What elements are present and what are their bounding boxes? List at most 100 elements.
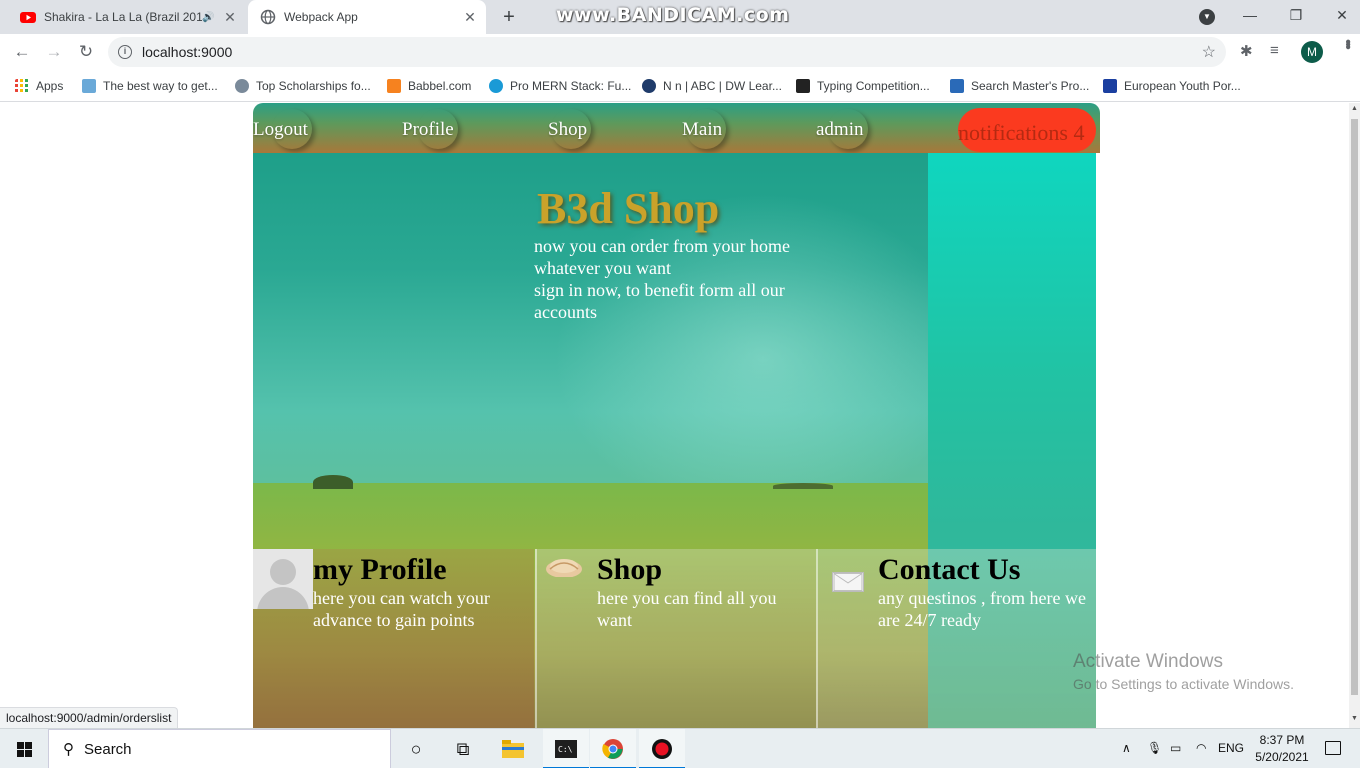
- card-title: Contact Us: [878, 553, 1021, 586]
- wifi-icon[interactable]: ◠: [1196, 741, 1206, 755]
- forward-button[interactable]: →: [42, 40, 66, 64]
- activate-title: Activate Windows: [1073, 651, 1223, 672]
- battery-icon[interactable]: ▭: [1170, 741, 1181, 755]
- close-window-button[interactable]: ✕: [1319, 0, 1360, 34]
- tree-line: [773, 483, 833, 489]
- scroll-up-icon[interactable]: ▲: [1351, 105, 1358, 112]
- card-description: any questinos , from here we are 24/7 re…: [878, 588, 1086, 630]
- site-favicon-icon: [1103, 79, 1117, 93]
- chrome-icon[interactable]: [590, 729, 636, 768]
- apps-grid-icon: [15, 79, 28, 92]
- card-description: here you can find all you want: [597, 588, 777, 630]
- bookmark-label: N n | ABC | DW Lear...: [663, 79, 782, 93]
- scrollbar-thumb[interactable]: [1351, 119, 1358, 695]
- nav-admin[interactable]: admin: [816, 119, 864, 141]
- extensions-icon[interactable]: ✱: [1240, 42, 1253, 60]
- bookmark-item[interactable]: N n | ABC | DW Lear...: [642, 77, 782, 95]
- site-favicon-icon: [387, 79, 401, 93]
- site-favicon-icon: [796, 79, 810, 93]
- nav-shop[interactable]: Shop: [548, 119, 587, 141]
- bookmark-item[interactable]: Pro MERN Stack: Fu...: [489, 77, 631, 95]
- shop-icon: [546, 559, 582, 577]
- file-explorer-icon[interactable]: [490, 729, 536, 768]
- subtitle-line: sign in now, to benefit form all our: [534, 280, 785, 300]
- hero-banner: B3d Shop now you can order from your hom…: [253, 153, 1096, 728]
- subtitle-line: now you can order from your home: [534, 236, 790, 256]
- card-my-profile[interactable]: my Profile here you can watch your advan…: [253, 549, 534, 728]
- new-tab-button[interactable]: +: [498, 6, 520, 28]
- bookmark-item[interactable]: Babbel.com: [387, 77, 471, 95]
- taskbar-search[interactable]: ⚲ Search: [48, 729, 391, 768]
- url-text[interactable]: localhost:9000: [142, 44, 232, 60]
- audio-icon[interactable]: 🔊: [202, 12, 216, 23]
- tab-search-icon[interactable]: ▼: [1199, 9, 1215, 25]
- bookmark-label: Search Master's Pro...: [971, 79, 1090, 93]
- nav-logout[interactable]: Logout: [253, 119, 308, 141]
- nav-label: Main: [682, 119, 723, 140]
- bookmark-label: Babbel.com: [408, 79, 472, 93]
- shop-subtitle: now you can order from your home whateve…: [534, 235, 834, 323]
- cortana-icon[interactable]: ○: [393, 729, 439, 768]
- nav-profile[interactable]: Profile: [402, 119, 454, 141]
- avatar-head: [270, 559, 296, 585]
- browser-menu-icon[interactable]: •••: [1338, 39, 1356, 47]
- nav-main[interactable]: Main: [682, 119, 722, 141]
- tab-webpack-app[interactable]: Webpack App ✕: [248, 0, 486, 34]
- bookmark-label: Typing Competition...: [817, 79, 930, 93]
- clock-date: 5/20/2021: [1255, 750, 1309, 764]
- card-shop[interactable]: Shop here you can find all you want: [535, 549, 816, 728]
- subtitle-line: whatever you want: [534, 258, 671, 278]
- bookmark-item[interactable]: Top Scholarships fo...: [235, 77, 371, 95]
- microphone-icon[interactable]: 🎙: [1147, 741, 1162, 755]
- site-favicon-icon: [642, 79, 656, 93]
- notifications-button[interactable]: notifications 4: [958, 108, 1096, 152]
- card-description: here you can watch your advance to gain …: [313, 588, 490, 630]
- search-placeholder: Search: [84, 740, 132, 758]
- bandicam-record-icon[interactable]: [639, 729, 685, 768]
- profile-avatar[interactable]: M: [1301, 41, 1323, 63]
- back-button[interactable]: ←: [10, 40, 34, 64]
- close-tab-icon[interactable]: ✕: [222, 9, 238, 26]
- clock[interactable]: 8:37 PM 5/20/2021: [1252, 732, 1312, 766]
- card-title: Shop: [597, 553, 663, 586]
- maximize-button[interactable]: ❐: [1273, 0, 1319, 34]
- notification-center-icon[interactable]: [1325, 741, 1341, 755]
- tab-title: Webpack App: [284, 10, 358, 24]
- tray-expand-icon[interactable]: ∧: [1122, 741, 1131, 755]
- status-bar-url: localhost:9000/admin/orderslist: [0, 707, 179, 728]
- media-controls-icon[interactable]: ≡: [1270, 42, 1279, 59]
- svg-text:C:\: C:\: [558, 745, 573, 754]
- task-view-icon[interactable]: ⧉: [440, 729, 486, 768]
- page-scrollbar[interactable]: ▲ ▼: [1349, 103, 1360, 728]
- bookmark-apps[interactable]: Apps: [15, 77, 63, 95]
- language-indicator[interactable]: ENG: [1218, 741, 1244, 755]
- site-favicon-icon: [489, 79, 503, 93]
- bookmark-item[interactable]: European Youth Por...: [1103, 77, 1241, 95]
- site-favicon-icon: [82, 79, 96, 93]
- start-button[interactable]: [0, 729, 48, 768]
- shop-title: B3d Shop: [537, 184, 720, 233]
- bookmark-label: European Youth Por...: [1124, 79, 1241, 93]
- bookmark-item[interactable]: The best way to get...: [82, 77, 218, 95]
- search-icon: ⚲: [63, 741, 74, 758]
- avatar-body: [257, 587, 309, 609]
- scroll-down-icon[interactable]: ▼: [1351, 715, 1358, 722]
- tree-line: [313, 475, 353, 489]
- site-navbar: Logout Profile Shop Main admin notificat…: [253, 103, 1100, 153]
- tab-youtube[interactable]: Shakira - La La La (Brazil 2014 🔊 ✕: [8, 0, 246, 34]
- close-tab-icon[interactable]: ✕: [462, 9, 478, 26]
- bookmark-item[interactable]: Typing Competition...: [796, 77, 930, 95]
- address-bar[interactable]: i localhost:9000 ☆: [108, 37, 1226, 67]
- card-contact-us[interactable]: Contact Us any questinos , from here we …: [816, 549, 1096, 728]
- terminal-icon[interactable]: C:\: [543, 729, 589, 768]
- web-page: Logout Profile Shop Main admin notificat…: [0, 103, 1349, 728]
- reload-button[interactable]: ↻: [74, 40, 98, 64]
- bookmark-label: Top Scholarships fo...: [256, 79, 371, 93]
- bookmarks-bar: Apps The best way to get... Top Scholars…: [0, 70, 1360, 102]
- minimize-button[interactable]: —: [1227, 0, 1273, 34]
- bookmark-star-icon[interactable]: ☆: [1202, 42, 1216, 62]
- site-info-icon[interactable]: i: [118, 45, 132, 59]
- activate-windows-watermark: Activate Windows Go to Settings to activ…: [1073, 651, 1294, 692]
- site-favicon-icon: [950, 79, 964, 93]
- bookmark-item[interactable]: Search Master's Pro...: [950, 77, 1089, 95]
